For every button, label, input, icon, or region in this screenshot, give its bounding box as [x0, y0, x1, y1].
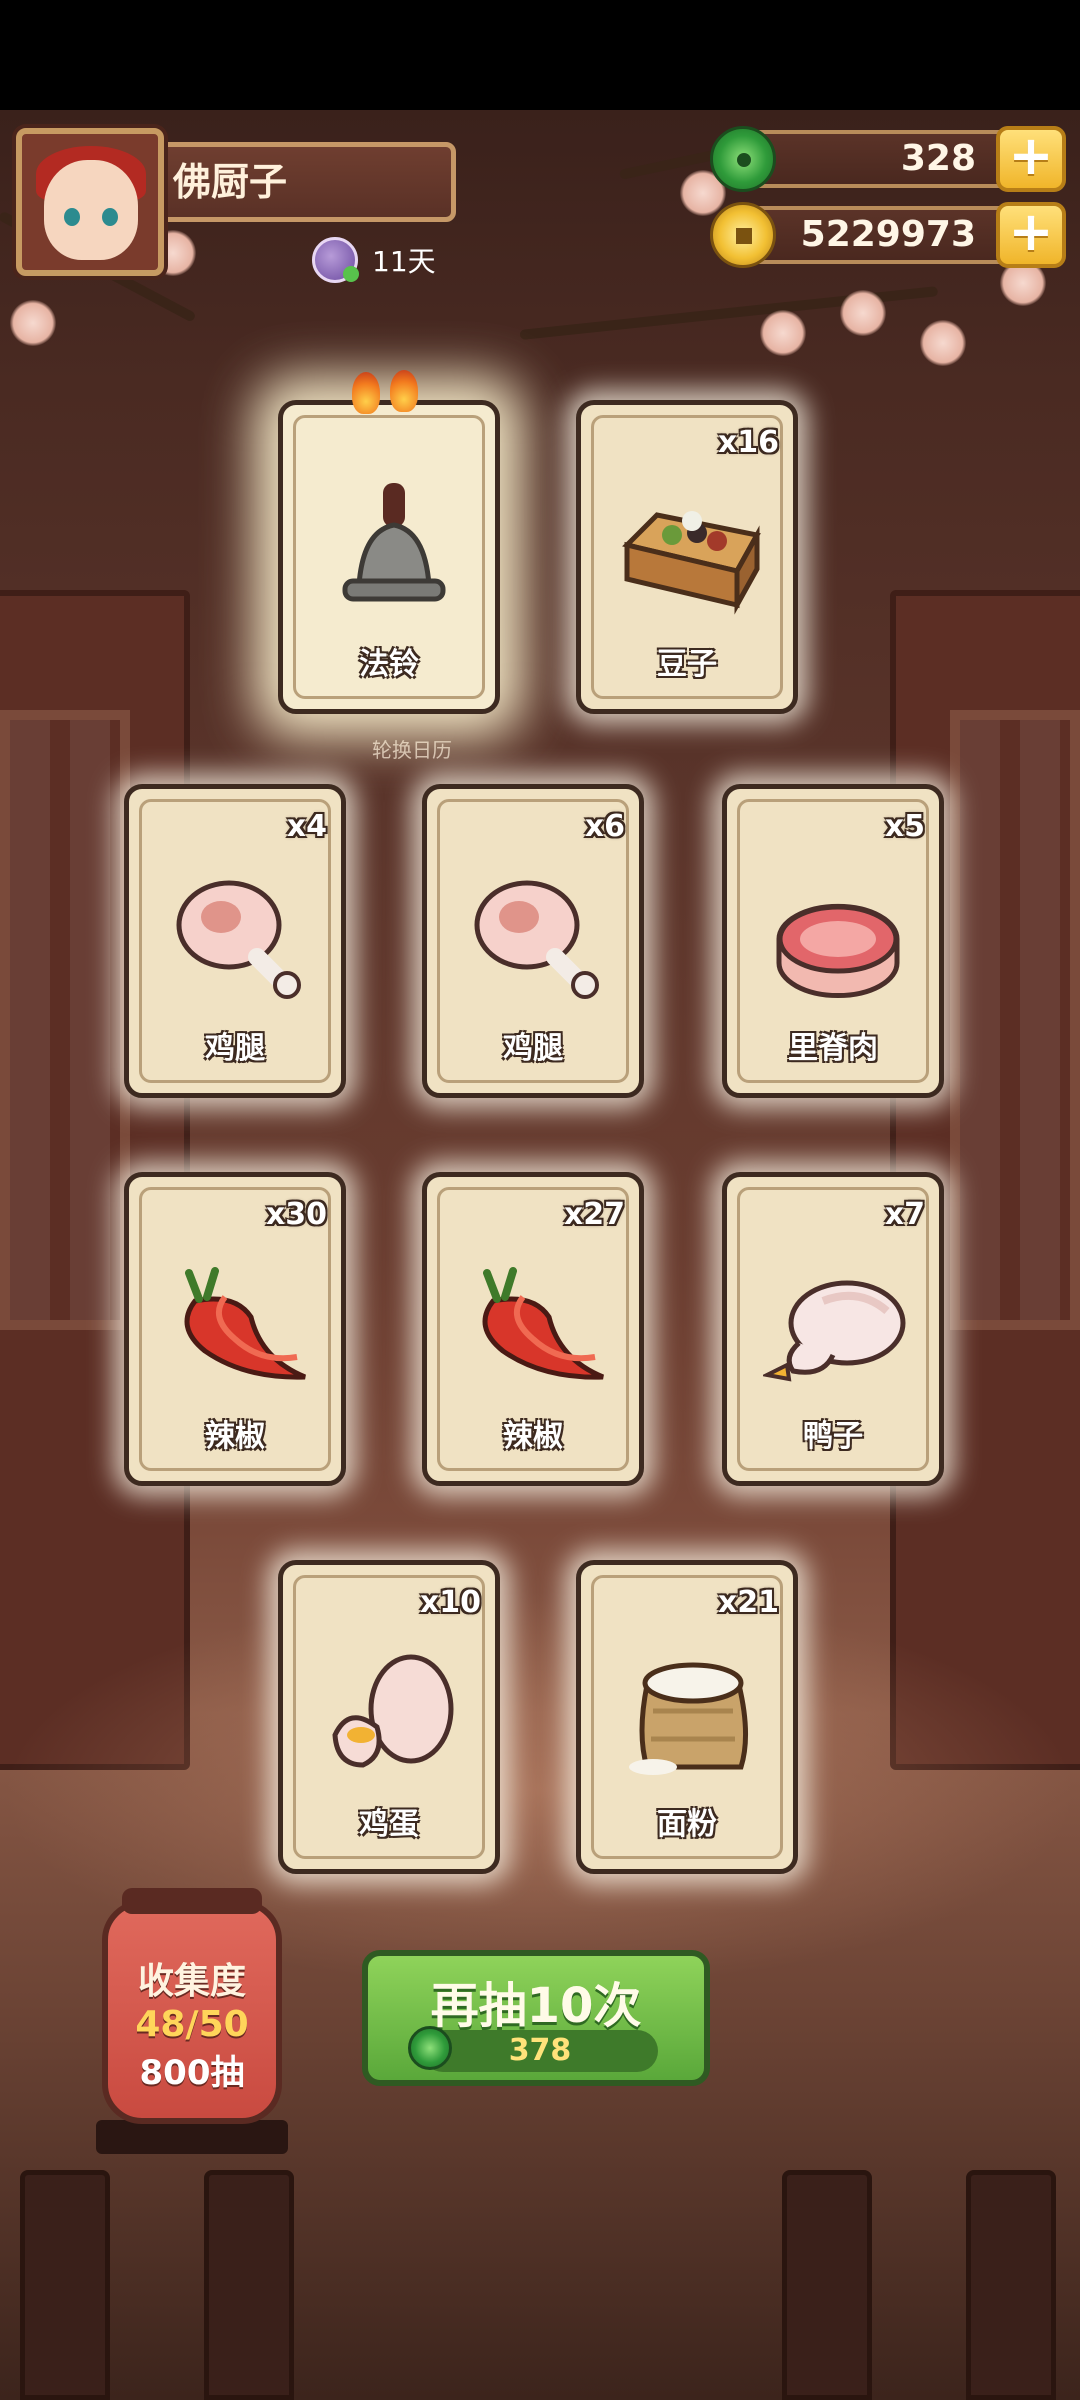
- draw-ten-again-button[interactable]: 再抽10次 378: [362, 1950, 710, 2086]
- draw-button-label: 再抽10次: [430, 1978, 642, 2034]
- reward-card-flour[interactable]: x21 面粉: [576, 1560, 798, 1874]
- add-jade-button[interactable]: +: [996, 126, 1066, 192]
- card-label: 鸡腿: [205, 1031, 265, 1066]
- card-quantity: x16: [717, 425, 779, 460]
- card-label: 鸡腿: [503, 1031, 563, 1066]
- coin-amount: 5229973: [800, 214, 976, 255]
- card-label: 鸭子: [803, 1419, 863, 1454]
- flame-icon: [352, 372, 380, 414]
- fence-post: [782, 2170, 872, 2400]
- pork-loin-icon: [776, 903, 900, 999]
- reward-card-beans[interactable]: x16 豆子: [576, 400, 798, 714]
- card-label: 法铃: [359, 647, 419, 682]
- chicken-leg-icon: [176, 880, 301, 999]
- lantern-cap: [122, 1888, 262, 1914]
- draw-cost: 378: [408, 2026, 658, 2072]
- card-label: 辣椒: [503, 1419, 563, 1454]
- coin-currency-bar: 5229973 +: [710, 202, 1066, 268]
- blossom-flower: [10, 300, 56, 346]
- collection-lantern[interactable]: 收集度 48/50 800抽: [102, 1900, 282, 2124]
- chicken-leg-icon: [474, 880, 599, 999]
- jade-icon: [408, 2026, 452, 2070]
- card-label: 鸡蛋: [359, 1807, 419, 1842]
- status-bar: [0, 0, 1080, 110]
- duck-icon: [763, 1280, 906, 1382]
- reward-card-chili[interactable]: x27 辣椒: [422, 1172, 644, 1486]
- days-count: 11天: [372, 245, 436, 278]
- player-name: 佛厨子: [150, 142, 456, 222]
- card-quantity: x6: [584, 809, 625, 844]
- card-label: 豆子: [657, 647, 717, 682]
- jade-amount: 328: [900, 138, 976, 179]
- add-coin-button[interactable]: +: [996, 202, 1066, 268]
- reward-card-pork-loin[interactable]: x5 里脊肉: [722, 784, 944, 1098]
- bean-box-icon: [622, 511, 761, 615]
- lantern-stand: [96, 2120, 288, 2154]
- jade-currency-bar: 328 +: [710, 126, 1066, 192]
- card-quantity: x30: [265, 1197, 327, 1232]
- card-quantity: x7: [884, 1197, 925, 1232]
- blossom-flower: [920, 320, 966, 366]
- fence-post: [20, 2170, 110, 2400]
- blossom-flower: [840, 290, 886, 336]
- days-badge-icon: [312, 237, 359, 283]
- card-quantity: x5: [884, 809, 925, 844]
- rotating-calendar-label: 轮换日历: [372, 738, 452, 762]
- flour-sack-icon: [629, 1662, 748, 1775]
- chili-pepper-icon: [482, 1267, 604, 1380]
- right-window-lattice: [950, 710, 1080, 1330]
- reward-card-chicken-leg[interactable]: x6 鸡腿: [422, 784, 644, 1098]
- card-quantity: x27: [563, 1197, 625, 1232]
- flame-icon: [390, 370, 418, 412]
- card-quantity: x10: [419, 1585, 481, 1620]
- jade-icon: [710, 126, 776, 192]
- card-label: 面粉: [657, 1807, 717, 1842]
- reward-card-bell[interactable]: 法铃: [278, 400, 500, 714]
- player-avatar[interactable]: [16, 128, 164, 276]
- coin-icon: [710, 202, 776, 268]
- collection-draw-count: 800抽: [139, 2053, 245, 2093]
- fence-post: [204, 2170, 294, 2400]
- card-quantity: x21: [717, 1585, 779, 1620]
- avatar-face: [44, 160, 138, 260]
- blossom-flower: [760, 310, 806, 356]
- egg-icon: [332, 1654, 454, 1768]
- draw-cost-amount: 378: [508, 2033, 572, 2068]
- login-days: 11天: [312, 234, 436, 286]
- card-label: 里脊肉: [788, 1031, 878, 1066]
- bell-icon: [342, 483, 446, 602]
- collection-progress: 48/50: [135, 2004, 249, 2045]
- avatar-eye: [64, 208, 80, 226]
- card-label: 辣椒: [205, 1419, 265, 1454]
- reward-card-chicken-leg[interactable]: x4 鸡腿: [124, 784, 346, 1098]
- card-quantity: x4: [286, 809, 327, 844]
- fence-post: [966, 2170, 1056, 2400]
- reward-card-egg[interactable]: x10 鸡蛋: [278, 1560, 500, 1874]
- left-window-lattice: [0, 710, 130, 1330]
- avatar-eye: [102, 208, 118, 226]
- reward-card-duck[interactable]: x7 鸭子: [722, 1172, 944, 1486]
- chili-pepper-icon: [184, 1267, 306, 1380]
- reward-card-chili[interactable]: x30 辣椒: [124, 1172, 346, 1486]
- collection-title: 收集度: [137, 1961, 246, 2002]
